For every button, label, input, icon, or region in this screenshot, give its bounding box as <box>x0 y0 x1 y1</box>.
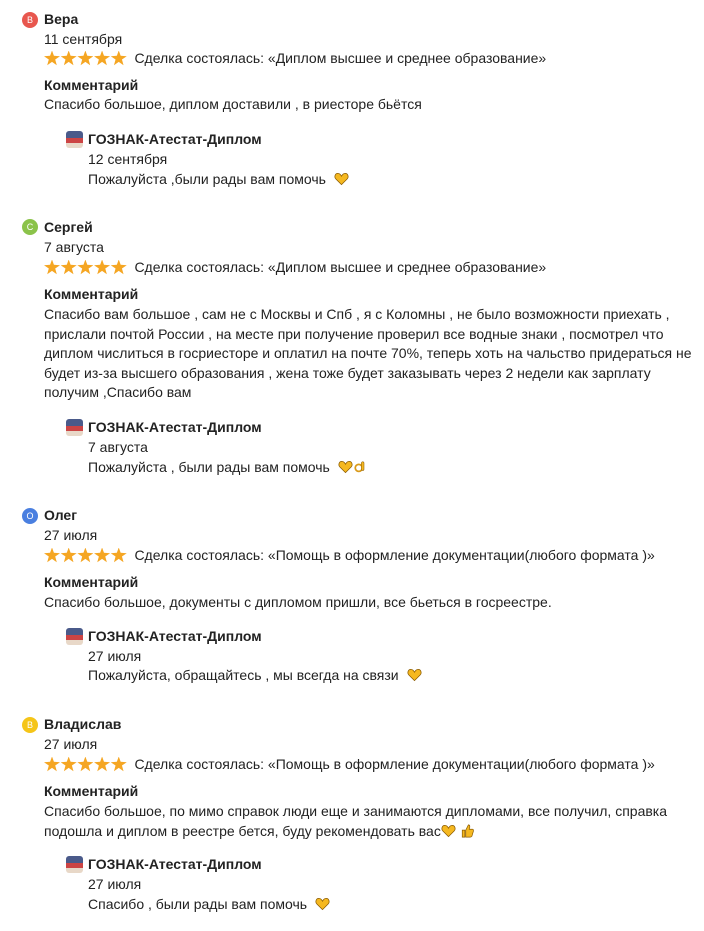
reply-text: Пожалуйста, обращайтесь , мы всегда на с… <box>88 667 399 683</box>
star-icon <box>44 50 60 66</box>
review-author: Владислав <box>44 716 122 732</box>
reply-text-row: Пожалуйста , были рады вам помочь <box>88 459 368 475</box>
heart-hands-icon <box>441 824 456 837</box>
reply-text: Пожалуйста , были рады вам помочь <box>88 459 330 475</box>
heart-hands-icon <box>334 172 349 186</box>
star-icon <box>44 756 60 772</box>
reply-author: ГОЗНАК-Атестат-Диплом <box>88 131 262 147</box>
review-date: 27 июля <box>44 736 98 752</box>
comment-label: Комментарий <box>44 77 139 93</box>
star-icon <box>60 756 77 772</box>
heart-hands-icon <box>338 460 353 474</box>
deal-status: Сделка состоялась: «Помощь в оформление … <box>134 547 655 563</box>
comment-label: Комментарий <box>44 574 139 590</box>
star-icon <box>110 50 127 66</box>
star-icon <box>60 547 77 563</box>
star-icon <box>94 547 111 563</box>
ok-hand-icon <box>354 461 364 473</box>
star-icon <box>77 547 94 563</box>
seller-avatar <box>66 856 83 873</box>
reply-text: Спасибо , были рады вам помочь <box>88 896 308 912</box>
review-author: Вера <box>44 11 79 27</box>
comment-text-row: Спасибо большое, по мимо справок люди ещ… <box>44 802 694 841</box>
star-icon <box>44 547 60 563</box>
review-author: Сергей <box>44 219 93 235</box>
star-icon <box>77 259 94 275</box>
star-icon <box>77 50 94 66</box>
reply-text-row: Пожалуйста, обращайтесь , мы всегда на с… <box>88 667 422 683</box>
star-rating <box>44 756 127 772</box>
seller-avatar <box>66 419 83 436</box>
heart-hands-icon <box>407 668 422 682</box>
star-rating <box>44 50 127 66</box>
seller-avatar <box>66 131 83 148</box>
deal-status: Сделка состоялась: «Диплом высшее и сред… <box>134 259 547 275</box>
comment-text: Спасибо вам большое , сам не с Москвы и … <box>44 306 692 401</box>
star-icon <box>110 259 127 275</box>
reply-date: 12 сентября <box>88 151 168 167</box>
reply-date: 27 июля <box>88 648 142 664</box>
comment-text: Спасибо большое, диплом доставили , в ри… <box>44 96 422 112</box>
seller-avatar <box>66 628 83 645</box>
reply-text: Пожалуйста ,были рады вам помочь <box>88 171 326 187</box>
star-icon <box>60 50 77 66</box>
comment-text: Спасибо большое, документы с дипломом пр… <box>44 594 552 610</box>
star-icon <box>94 50 111 66</box>
deal-status: Сделка состоялась: «Диплом высшее и сред… <box>134 50 547 66</box>
star-icon <box>77 756 94 772</box>
star-icon <box>60 259 77 275</box>
avatar: О <box>22 508 38 524</box>
reply-author: ГОЗНАК-Атестат-Диплом <box>88 419 262 435</box>
comment-text: Спасибо большое, по мимо справок люди ещ… <box>44 803 668 839</box>
star-icon <box>94 756 111 772</box>
thumbs-up-icon <box>461 824 474 838</box>
review-date: 27 июля <box>44 527 98 543</box>
review-date: 7 августа <box>44 239 104 255</box>
rating-row: Сделка состоялась: «Помощь в оформление … <box>44 756 655 772</box>
reply-date: 27 июля <box>88 876 142 892</box>
star-rating <box>44 259 127 275</box>
reply-author: ГОЗНАК-Атестат-Диплом <box>88 856 262 872</box>
reply-text-row: Спасибо , были рады вам помочь <box>88 896 330 912</box>
heart-hands-icon <box>315 897 330 911</box>
review-date: 11 сентября <box>44 31 123 47</box>
rating-row: Сделка состоялась: «Помощь в оформление … <box>44 547 655 563</box>
star-icon <box>110 756 127 772</box>
star-rating <box>44 547 127 563</box>
avatar: В <box>22 12 38 28</box>
avatar: С <box>22 219 38 235</box>
comment-label: Комментарий <box>44 783 139 799</box>
star-icon <box>110 547 127 563</box>
comment-label: Комментарий <box>44 286 139 302</box>
avatar: В <box>22 717 38 733</box>
star-icon <box>94 259 111 275</box>
rating-row: Сделка состоялась: «Диплом высшее и сред… <box>44 50 546 66</box>
star-icon <box>44 259 60 275</box>
reply-author: ГОЗНАК-Атестат-Диплом <box>88 628 262 644</box>
rating-row: Сделка состоялась: «Диплом высшее и сред… <box>44 259 546 275</box>
review-author: Олег <box>44 507 78 523</box>
reply-text-row: Пожалуйста ,были рады вам помочь <box>88 171 349 187</box>
deal-status: Сделка состоялась: «Помощь в оформление … <box>134 756 655 772</box>
reply-date: 7 августа <box>88 439 148 455</box>
